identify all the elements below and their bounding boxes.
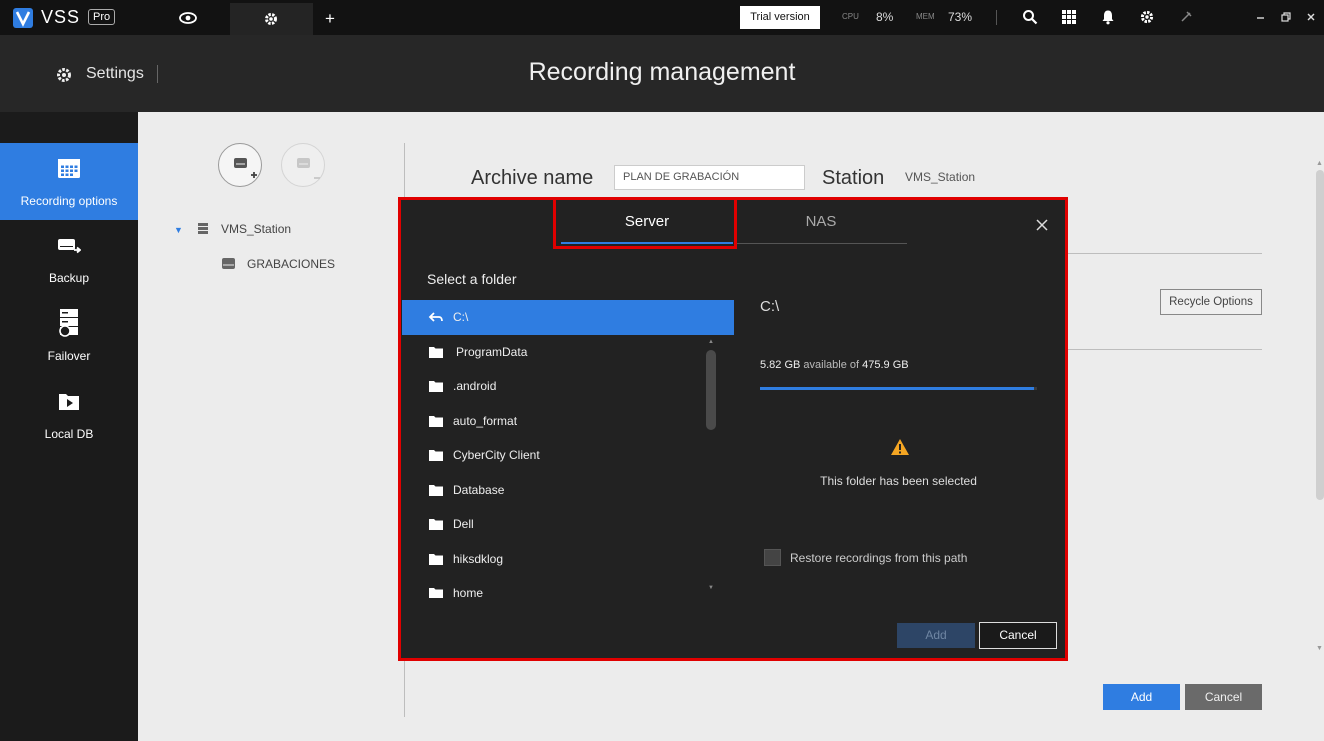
- storage-icon: [222, 258, 235, 269]
- remove-server-icon: [297, 158, 320, 179]
- add-station-button[interactable]: [218, 143, 262, 187]
- calendar-icon: [58, 159, 80, 178]
- search-icon[interactable]: [1022, 9, 1038, 25]
- cpu-label: CPU: [842, 12, 859, 21]
- recycle-options-button[interactable]: Recycle Options: [1160, 289, 1262, 315]
- gear-icon: [265, 13, 277, 25]
- divider: [1066, 253, 1262, 254]
- divider: [1066, 349, 1262, 350]
- sidebar-item-label: Backup: [48, 271, 90, 285]
- top-bar: VSS Pro + Trial version CPU 8% MEM 73%: [0, 0, 1324, 35]
- scroll-up-icon[interactable]: ▲: [1316, 160, 1323, 167]
- local-db-icon: [59, 394, 79, 410]
- sidebar-item-local-db[interactable]: Local DB: [0, 376, 138, 453]
- grid-icon[interactable]: [1061, 9, 1077, 25]
- divider: [996, 10, 997, 25]
- station-value: VMS_Station: [905, 170, 976, 184]
- page-title: Recording management: [528, 58, 796, 86]
- failover-icon: [59, 309, 78, 337]
- cancel-button[interactable]: Cancel: [1185, 684, 1262, 710]
- close-icon[interactable]: [1303, 9, 1319, 25]
- tab-live-view[interactable]: [170, 8, 206, 28]
- new-tab-button[interactable]: +: [325, 9, 335, 29]
- backup-icon: [58, 239, 81, 254]
- trial-version-badge[interactable]: Trial version: [740, 6, 820, 29]
- eye-icon: [179, 12, 197, 24]
- expand-arrow-icon[interactable]: ▼: [174, 225, 183, 235]
- tree-item-station[interactable]: VMS_Station: [221, 222, 291, 236]
- add-button[interactable]: Add: [1103, 684, 1180, 710]
- station-icon: [198, 223, 208, 234]
- logo-badge: Pro: [88, 9, 116, 25]
- gear-icon[interactable]: [1139, 9, 1155, 25]
- cpu-value: 8%: [876, 10, 894, 24]
- remove-station-button[interactable]: [281, 143, 325, 187]
- station-label: Station: [822, 167, 885, 189]
- restore-icon[interactable]: [1278, 9, 1294, 25]
- add-server-icon: [234, 158, 257, 178]
- logo-text: VSS: [41, 7, 81, 27]
- logo-icon: [13, 8, 33, 28]
- archive-name-input[interactable]: PLAN DE GRABACIÓN: [614, 165, 805, 190]
- sidebar-item-recording-options[interactable]: Recording options: [0, 143, 138, 220]
- pin-icon[interactable]: [1178, 9, 1194, 25]
- page-header: Settings Recording management: [0, 35, 1324, 112]
- sidebar-item-failover[interactable]: Failover: [0, 298, 138, 375]
- sidebar: Recording options Backup Failover Local …: [0, 112, 138, 741]
- tree-item-archive[interactable]: GRABACIONES: [247, 257, 335, 271]
- minimize-icon[interactable]: [1253, 9, 1269, 25]
- tab-settings[interactable]: [230, 3, 313, 35]
- mem-value: 73%: [948, 10, 973, 24]
- sidebar-item-backup[interactable]: Backup: [0, 220, 138, 297]
- sidebar-item-label: Failover: [47, 349, 91, 363]
- mem-label: MEM: [916, 12, 935, 21]
- highlight-box: [398, 197, 1068, 661]
- page-scrollbar[interactable]: [1316, 170, 1324, 500]
- archive-name-label: Archive name: [471, 167, 594, 189]
- bell-icon[interactable]: [1100, 9, 1116, 25]
- sidebar-item-label: Local DB: [44, 427, 94, 441]
- sidebar-item-label: Recording options: [20, 194, 118, 208]
- scroll-down-icon[interactable]: ▼: [1316, 645, 1323, 652]
